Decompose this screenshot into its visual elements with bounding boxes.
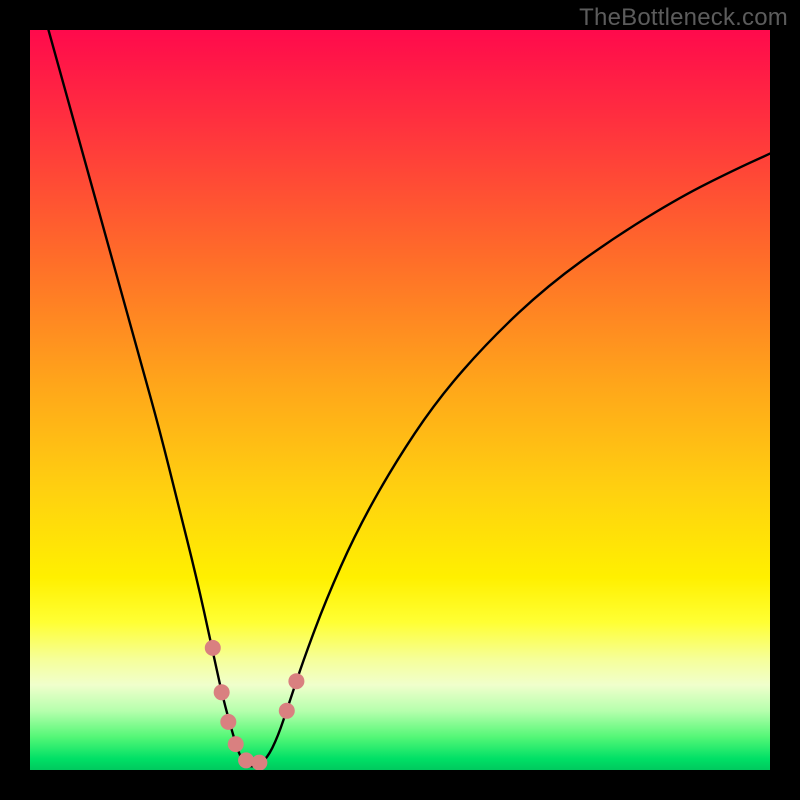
curve-layer bbox=[30, 30, 770, 770]
data-marker bbox=[220, 714, 236, 730]
data-marker bbox=[288, 673, 304, 689]
data-marker bbox=[205, 640, 221, 656]
data-marker bbox=[251, 755, 267, 770]
data-marker bbox=[238, 752, 254, 768]
bottleneck-curve bbox=[49, 30, 771, 766]
data-marker bbox=[214, 684, 230, 700]
watermark-text: TheBottleneck.com bbox=[579, 4, 788, 32]
markers-group bbox=[205, 640, 305, 770]
plot-area bbox=[30, 30, 770, 770]
data-marker bbox=[228, 736, 244, 752]
data-marker bbox=[279, 703, 295, 719]
chart-frame: TheBottleneck.com bbox=[0, 0, 800, 800]
